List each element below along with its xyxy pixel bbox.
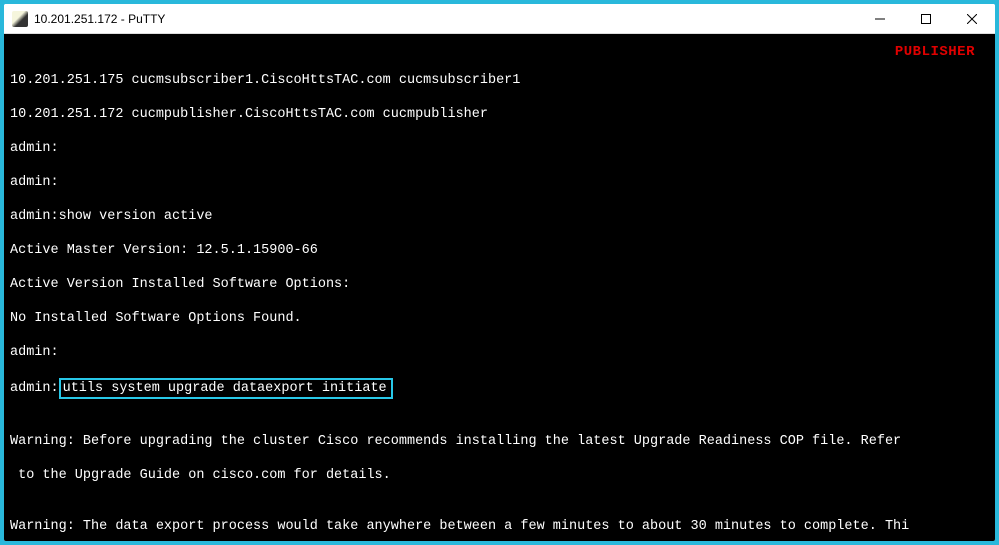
command-highlight: utils system upgrade dataexport initiate	[59, 378, 393, 399]
publisher-label: PUBLISHER	[895, 44, 975, 61]
close-icon	[967, 14, 977, 24]
close-button[interactable]	[949, 4, 995, 33]
terminal-line: Warning: The data export process would t…	[10, 518, 993, 535]
terminal-area[interactable]: PUBLISHER 10.201.251.175 cucmsubscriber1…	[4, 34, 995, 541]
titlebar[interactable]: 10.201.251.172 - PuTTY	[4, 4, 995, 34]
terminal-line: admin:show version active	[10, 208, 993, 225]
terminal-line: admin:	[10, 174, 993, 191]
window-title: 10.201.251.172 - PuTTY	[34, 12, 857, 26]
minimize-icon	[875, 14, 885, 24]
maximize-button[interactable]	[903, 4, 949, 33]
maximize-icon	[921, 14, 931, 24]
terminal-line: 10.201.251.175 cucmsubscriber1.CiscoHtts…	[10, 72, 993, 89]
window-controls	[857, 4, 995, 33]
prompt: admin:	[10, 381, 59, 396]
putty-icon	[12, 11, 28, 27]
terminal-line: Active Version Installed Software Option…	[10, 276, 993, 293]
terminal-line: admin:utils system upgrade dataexport in…	[10, 378, 993, 399]
terminal-line: admin:	[10, 140, 993, 157]
terminal-line: Warning: Before upgrading the cluster Ci…	[10, 433, 993, 450]
terminal-line: 10.201.251.172 cucmpublisher.CiscoHttsTA…	[10, 106, 993, 123]
terminal-line: to the Upgrade Guide on cisco.com for de…	[10, 467, 993, 484]
app-window: 10.201.251.172 - PuTTY PUBLISHER 10.201.…	[4, 4, 995, 541]
minimize-button[interactable]	[857, 4, 903, 33]
terminal-line: admin:	[10, 344, 993, 361]
terminal-line: Active Master Version: 12.5.1.15900-66	[10, 242, 993, 259]
terminal-line: No Installed Software Options Found.	[10, 310, 993, 327]
